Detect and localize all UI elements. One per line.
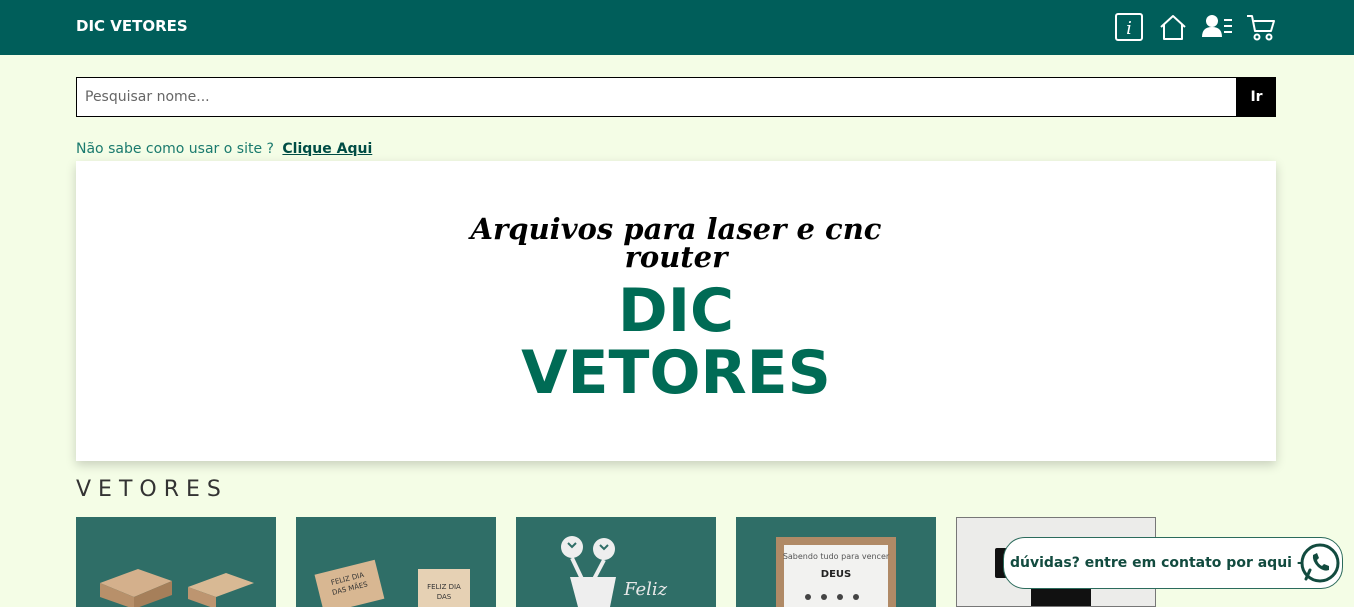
search-input[interactable] <box>76 77 1237 117</box>
whatsapp-icon <box>1300 543 1340 583</box>
hero-banner: Arquivos para laser e cnc router DIC VET… <box>76 161 1276 461</box>
search-bar: Ir <box>76 77 1276 117</box>
product-card[interactable]: FELIZ DIA DAS MÃES FELIZ DIA DAS <box>296 517 496 607</box>
product-card[interactable]: Sabendo tudo para vencer DEUS <box>736 517 936 607</box>
svg-text:Feliz: Feliz <box>623 579 668 600</box>
svg-text:i: i <box>1126 18 1132 39</box>
banner-title-2: VETORES <box>521 338 831 408</box>
banner-tagline: Arquivos para laser e cnc <box>470 212 882 246</box>
contact-text: dúvidas? entre em contato por aqui -> <box>1010 555 1315 571</box>
top-navbar: DIC VETORES i <box>0 0 1354 55</box>
svg-text:DAS: DAS <box>437 593 452 601</box>
svg-text:DEUS: DEUS <box>821 569 851 580</box>
help-line: Não sabe como usar o site ? Clique Aqui <box>76 141 372 157</box>
product-card[interactable] <box>76 517 276 607</box>
info-icon[interactable]: i <box>1114 12 1144 42</box>
product-card[interactable]: Feliz <box>516 517 716 607</box>
home-icon[interactable] <box>1158 12 1188 42</box>
banner-tagline-2: router <box>624 240 728 274</box>
search-button[interactable]: Ir <box>1237 77 1276 117</box>
nav-icons: i <box>1114 12 1276 42</box>
help-link[interactable]: Clique Aqui <box>282 141 372 157</box>
flower-vase-image: Feliz <box>561 536 668 607</box>
banner-title: DIC <box>617 276 735 346</box>
contact-whatsapp-button[interactable]: dúvidas? entre em contato por aqui -> <box>1003 537 1343 589</box>
wall-frame-image: Sabendo tudo para vencer DEUS <box>776 537 896 607</box>
user-profile-icon[interactable] <box>1202 12 1232 42</box>
svg-text:FELIZ DIA: FELIZ DIA <box>427 583 461 591</box>
section-title: VETORES <box>76 477 228 502</box>
brand-logo[interactable]: DIC VETORES <box>76 17 188 35</box>
mothers-day-wood-image: FELIZ DIADAS MÃES FELIZ DIA DAS <box>314 559 470 607</box>
wooden-box-image <box>100 569 254 607</box>
cart-icon[interactable] <box>1246 12 1276 42</box>
help-text: Não sabe como usar o site ? <box>76 141 274 157</box>
svg-text:Sabendo tudo para vencer: Sabendo tudo para vencer <box>783 552 890 561</box>
